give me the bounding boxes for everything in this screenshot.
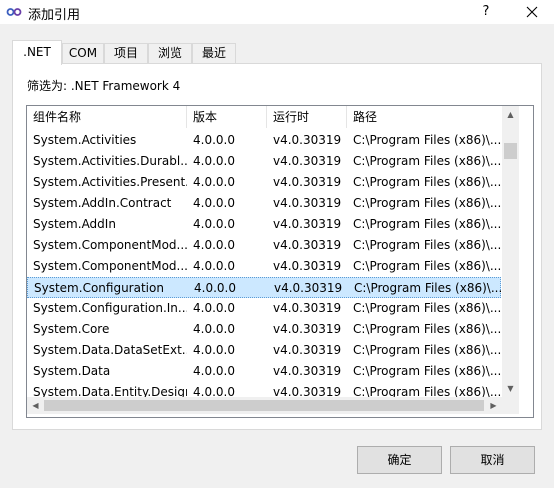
column-header-runtime[interactable]: 运行时	[267, 106, 347, 128]
cell-runtime: v4.0.30319	[273, 343, 342, 357]
table-row[interactable]: System.Activities 4.0.0.0 v4.0.30319 C:\Pro…	[27, 130, 501, 151]
help-button[interactable]: ?	[472, 0, 500, 24]
cell-runtime: v4.0.30319	[273, 385, 342, 398]
cell-version: 4.0.0.0	[193, 385, 235, 398]
cell-version: 4.0.0.0	[193, 322, 235, 336]
cell-path: C:\Program Files (x86)\...	[353, 217, 501, 231]
cell-path: C:\Program Files (x86)\...	[353, 322, 501, 336]
cell-version: 4.0.0.0	[193, 196, 235, 210]
cell-runtime: v4.0.30319	[273, 217, 342, 231]
cell-path: C:\Program Files (x86)\...	[353, 133, 501, 147]
chevron-left-icon[interactable]: ◀	[27, 397, 44, 414]
cell-name: System.AddIn	[33, 217, 116, 231]
link-icon	[6, 8, 22, 16]
cell-name: System.ComponentMod...	[33, 238, 187, 252]
table-row[interactable]: System.AddIn.Contract 4.0.0.0 v4.0.30319 C:…	[27, 193, 501, 214]
cell-path: C:\Program Files (x86)\...	[353, 343, 501, 357]
cell-name: System.Configuration	[34, 281, 164, 295]
cell-runtime: v4.0.30319	[273, 196, 342, 210]
cell-runtime: v4.0.30319	[273, 154, 342, 168]
cell-path: C:\Program Files (x86)\...	[354, 281, 501, 295]
cell-path: C:\Program Files (x86)\...	[353, 364, 501, 378]
cell-name: System.AddIn.Contract	[33, 196, 172, 210]
filter-label: 筛选为: .NET Framework 4	[27, 79, 181, 93]
cell-runtime: v4.0.30319	[273, 259, 342, 273]
list-rows: System.Activities 4.0.0.0 v4.0.30319 C:\Pro…	[27, 130, 501, 398]
cancel-button[interactable]: 取消	[450, 446, 535, 474]
cell-runtime: v4.0.30319	[273, 322, 342, 336]
cell-name: System.Data.Entity.Design	[33, 385, 187, 398]
cell-path: C:\Program Files (x86)\...	[353, 196, 501, 210]
cell-version: 4.0.0.0	[193, 259, 235, 273]
column-header-path[interactable]: 路径	[347, 106, 503, 128]
table-row[interactable]: System.Configuration.In... 4.0.0.0 v4.0.30…	[27, 298, 501, 319]
cell-path: C:\Program Files (x86)\...	[353, 154, 501, 168]
window-title: 添加引用	[28, 8, 81, 23]
column-header-name[interactable]: 组件名称	[27, 106, 187, 128]
cell-name: System.Activities	[33, 133, 137, 147]
cell-version: 4.0.0.0	[193, 364, 235, 378]
tab-recent[interactable]: 最近	[192, 43, 236, 64]
cell-name: System.Configuration.In...	[33, 301, 187, 315]
cell-path: C:\Program Files (x86)\...	[353, 175, 501, 189]
table-row[interactable]: System.AddIn 4.0.0.0 v4.0.30319 C:\Program …	[27, 214, 501, 235]
cell-version: 4.0.0.0	[193, 301, 235, 315]
close-icon	[526, 6, 538, 18]
cell-version: 4.0.0.0	[193, 217, 235, 231]
column-header-version[interactable]: 版本	[187, 106, 267, 128]
cell-runtime: v4.0.30319	[273, 364, 342, 378]
cell-path: C:\Program Files (x86)\...	[353, 259, 501, 273]
cell-name: System.Core	[33, 322, 110, 336]
cell-version: 4.0.0.0	[193, 343, 235, 357]
cell-runtime: v4.0.30319	[273, 238, 342, 252]
table-row[interactable]: System.Core 4.0.0.0 v4.0.30319 C:\Program F…	[27, 319, 501, 340]
cell-runtime: v4.0.30319	[273, 133, 342, 147]
tab-net[interactable]: .NET	[12, 40, 62, 65]
table-row[interactable]: System.Activities.Present... 4.0.0.0 v4.0.…	[27, 172, 501, 193]
component-list[interactable]: 组件名称 版本 运行时 路径 System.Activities 4.0.0.0 v…	[26, 105, 534, 418]
table-row[interactable]: System.Data.Entity.Design 4.0.0.0 v4.0.303…	[27, 382, 501, 398]
cell-runtime: v4.0.30319	[273, 175, 342, 189]
horizontal-scrollbar[interactable]: ◀ ▶	[27, 397, 503, 414]
cell-version: 4.0.0.0	[193, 238, 235, 252]
cell-version: 4.0.0.0	[193, 175, 235, 189]
ok-button[interactable]: 确定	[357, 446, 442, 474]
list-header: 组件名称 版本 运行时 路径	[27, 106, 503, 128]
scroll-corner	[502, 397, 519, 414]
vertical-scroll-thumb[interactable]	[504, 143, 517, 159]
tab-project[interactable]: 项目	[104, 43, 148, 64]
cell-path: C:\Program Files (x86)\...	[353, 238, 501, 252]
table-row[interactable]: System.ComponentMod... 4.0.0.0 v4.0.30319 C…	[27, 235, 501, 256]
chevron-up-icon[interactable]: ▲	[502, 106, 519, 123]
table-row[interactable]: System.Configuration 4.0.0.0 v4.0.30319 C:\…	[27, 277, 501, 298]
vertical-scrollbar[interactable]: ▲ ▼	[502, 106, 519, 397]
title-bar: 添加引用 ?	[0, 0, 554, 24]
tab-com[interactable]: COM	[62, 43, 104, 64]
table-row[interactable]: System.ComponentMod... 4.0.0.0 v4.0.30319 C…	[27, 256, 501, 277]
cell-version: 4.0.0.0	[193, 133, 235, 147]
cell-name: System.Data	[33, 364, 111, 378]
table-row[interactable]: System.Data.DataSetExt... 4.0.0.0 v4.0.303…	[27, 340, 501, 361]
tab-browse[interactable]: 浏览	[148, 43, 192, 64]
cell-runtime: v4.0.30319	[273, 301, 342, 315]
cell-name: System.Activities.Present...	[33, 175, 187, 189]
cell-path: C:\Program Files (x86)\...	[353, 385, 501, 398]
horizontal-scroll-thumb[interactable]	[44, 400, 484, 411]
tab-panel: 筛选为: .NET Framework 4 组件名称 版本 运行时 路径 Sys…	[12, 63, 542, 430]
chevron-right-icon[interactable]: ▶	[485, 397, 502, 414]
cell-name: System.ComponentMod...	[33, 259, 187, 273]
cell-name: System.Data.DataSetExt...	[33, 343, 187, 357]
chevron-down-icon[interactable]: ▼	[502, 380, 519, 397]
cell-name: System.Activities.Durabl...	[33, 154, 187, 168]
close-button[interactable]	[516, 0, 548, 24]
cell-path: C:\Program Files (x86)\...	[353, 301, 501, 315]
table-row[interactable]: System.Activities.Durabl... 4.0.0.0 v4.0.3…	[27, 151, 501, 172]
table-row[interactable]: System.Data 4.0.0.0 v4.0.30319 C:\Program F…	[27, 361, 501, 382]
cell-runtime: v4.0.30319	[274, 281, 343, 295]
cell-version: 4.0.0.0	[194, 281, 236, 295]
cell-version: 4.0.0.0	[193, 154, 235, 168]
